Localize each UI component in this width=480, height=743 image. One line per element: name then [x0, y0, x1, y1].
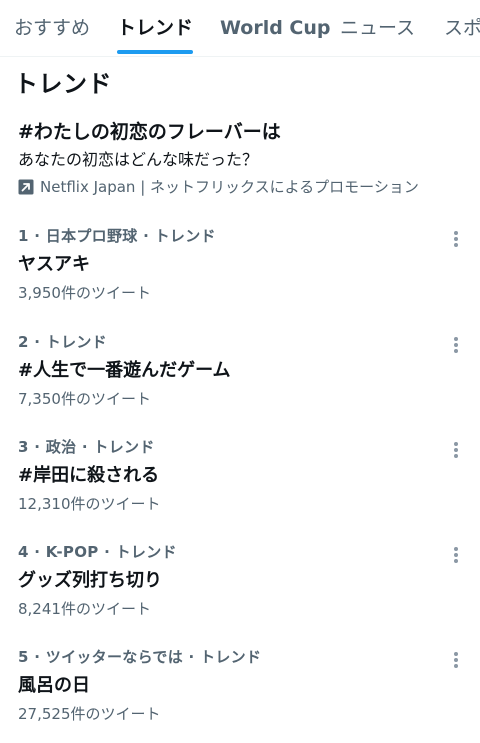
explore-page: おすすめ トレンド World Cup ニュース スポ トレンド #わたしの初恋… [0, 0, 480, 743]
tab-trending[interactable]: トレンド [117, 0, 194, 56]
tab-news[interactable]: ニュース [340, 0, 415, 56]
promoted-trend-title: #わたしの初恋のフレーバーは [18, 121, 281, 143]
explore-tabs: おすすめ トレンド World Cup ニュース スポ [0, 0, 480, 57]
more-options-icon[interactable] [450, 440, 462, 458]
trend-count: 3,950件のツイート [18, 284, 151, 302]
trend-name: ヤスアキ [18, 254, 90, 275]
trend-count: 12,310件のツイート [18, 495, 161, 513]
more-options-icon[interactable] [450, 335, 462, 353]
trend-meta: 3 · 政治 · トレンド [18, 438, 155, 456]
tab-label: World Cup [220, 17, 331, 39]
promoted-trend[interactable]: #わたしの初恋のフレーバーは あなたの初恋はどんな味だった？ Netflix J… [18, 118, 468, 198]
promoted-by-label: Netflix Japan | ネットフリックスによるプロモーション [40, 178, 419, 196]
trend-meta: 1 · 日本プロ野球 · トレンド [18, 227, 216, 245]
trend-name: グッズ列打ち切り [18, 570, 162, 591]
trend-item[interactable]: 1 · 日本プロ野球 · トレンド ヤスアキ 3,950件のツイート [18, 225, 462, 321]
trend-meta: 2 · トレンド [18, 333, 107, 351]
trend-name: #岸田に殺される [18, 465, 160, 486]
trend-count: 27,525件のツイート [18, 705, 161, 723]
trend-name: 風呂の日 [18, 675, 90, 696]
tab-sports[interactable]: スポ [444, 0, 480, 56]
trend-item[interactable]: 5 · ツイッターならでは · トレンド 風呂の日 27,525件のツイート [18, 646, 462, 742]
trend-name: #人生で一番遊んだゲーム [18, 360, 231, 381]
promoted-by: Netflix Japan | ネットフリックスによるプロモーション [18, 176, 468, 198]
tab-label: ニュース [340, 17, 416, 39]
more-options-icon[interactable] [450, 650, 462, 668]
promoted-arrow-icon [18, 179, 34, 195]
trend-item[interactable]: 3 · 政治 · トレンド #岸田に殺される 12,310件のツイート [18, 436, 462, 532]
tab-label: トレンド [117, 17, 194, 39]
trend-count: 7,350件のツイート [18, 390, 151, 408]
tab-label: スポ [444, 17, 480, 39]
trend-meta: 5 · ツイッターならでは · トレンド [18, 648, 262, 666]
more-options-icon[interactable] [450, 545, 462, 563]
more-options-icon[interactable] [450, 229, 462, 247]
tab-world-cup[interactable]: World Cup [220, 0, 331, 56]
tab-for-you[interactable]: おすすめ [14, 0, 90, 56]
trend-item[interactable]: 2 · トレンド #人生で一番遊んだゲーム 7,350件のツイート [18, 331, 462, 427]
section-title: トレンド [14, 70, 112, 98]
tab-label: おすすめ [14, 17, 91, 39]
trend-count: 8,241件のツイート [18, 600, 151, 618]
promoted-trend-description: あなたの初恋はどんな味だった？ [18, 150, 259, 169]
trend-meta: 4 · K-POP · トレンド [18, 543, 177, 561]
trend-item[interactable]: 4 · K-POP · トレンド グッズ列打ち切り 8,241件のツイート [18, 541, 462, 637]
active-tab-indicator [117, 50, 194, 54]
